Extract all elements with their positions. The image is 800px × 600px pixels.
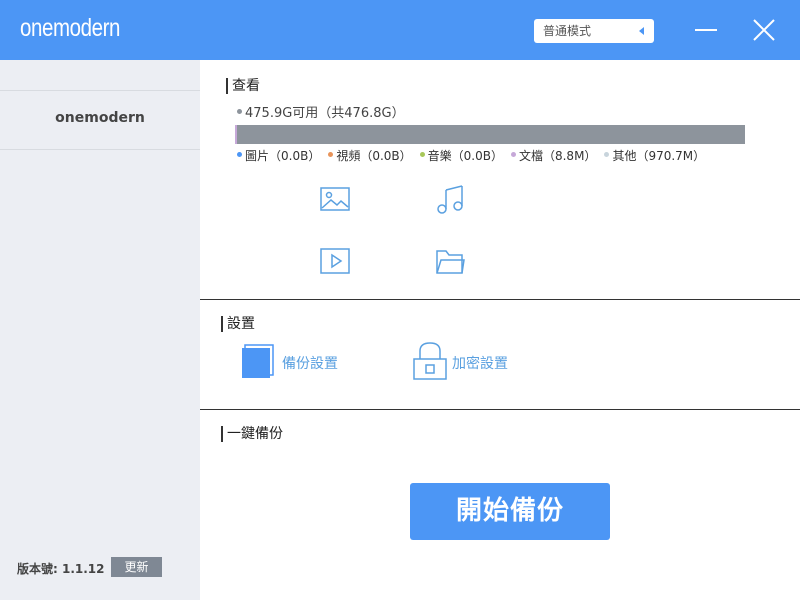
section-title-backup: 一鍵備份 [221, 426, 283, 442]
capacity-text: 475.9G可用（共476.8G） [237, 102, 405, 121]
legend-dot [419, 152, 425, 157]
sidebar-divider [0, 90, 200, 91]
legend-label: 圖片（0.0B） [245, 149, 321, 163]
version-label: 版本號: 1.1.12 [17, 562, 105, 576]
update-button[interactable]: 更新 [111, 557, 162, 577]
app-logo: onemodern [20, 14, 121, 42]
sidebar: onemodern 版本號: 1.1.12 更新 [0, 60, 200, 600]
legend-label: 其他（970.7M） [612, 149, 706, 163]
sidebar-divider [0, 149, 200, 150]
legend-label: 音樂（0.0B） [427, 149, 503, 163]
storage-bar [235, 125, 745, 144]
backup-settings-icon [241, 343, 277, 383]
legend-dot [237, 152, 242, 157]
chevron-left-icon [639, 27, 644, 35]
video-icon[interactable] [319, 245, 351, 277]
legend-dot [604, 152, 610, 157]
section-divider [200, 409, 800, 410]
legend-dot [510, 152, 516, 157]
legend-item-other: 其他（970.7M） [604, 149, 705, 163]
folder-icon[interactable] [434, 245, 466, 277]
image-icon[interactable] [319, 184, 351, 216]
capacity-value: 475.9G可用（共476.8G） [245, 106, 405, 121]
legend-item-music: 音樂（0.0B） [419, 149, 503, 163]
start-backup-button[interactable]: 開始備份 [410, 483, 610, 540]
encryption-settings-label: 加密設置 [452, 356, 508, 372]
lock-icon [412, 341, 448, 385]
storage-bar-docs-segment [235, 125, 237, 144]
close-button[interactable] [752, 18, 776, 42]
mode-select[interactable]: 普通模式 [534, 19, 654, 43]
mode-select-value: 普通模式 [543, 24, 592, 38]
music-icon[interactable] [434, 184, 466, 216]
minimize-button[interactable] [695, 20, 719, 40]
backup-settings-label: 備份設置 [282, 356, 338, 372]
legend-item-images: 圖片（0.0B） [237, 149, 320, 163]
capacity-dot [237, 109, 242, 114]
legend-label: 視頻（0.0B） [336, 149, 412, 163]
section-divider [200, 299, 800, 300]
legend-dot [328, 152, 334, 157]
legend-item-videos: 視頻（0.0B） [328, 149, 412, 163]
section-title-view: 查看 [226, 78, 260, 94]
legend-item-documents: 文檔（8.8M） [510, 149, 597, 163]
title-bar: onemodern 普通模式 [0, 0, 800, 60]
sidebar-username[interactable]: onemodern [0, 110, 200, 126]
storage-legend: 圖片（0.0B） 視頻（0.0B） 音樂（0.0B） 文檔（8.8M） 其他（970.7… [237, 147, 713, 164]
legend-label: 文檔（8.8M） [518, 149, 597, 163]
section-title-settings: 設置 [221, 316, 255, 332]
close-icon [753, 19, 775, 41]
